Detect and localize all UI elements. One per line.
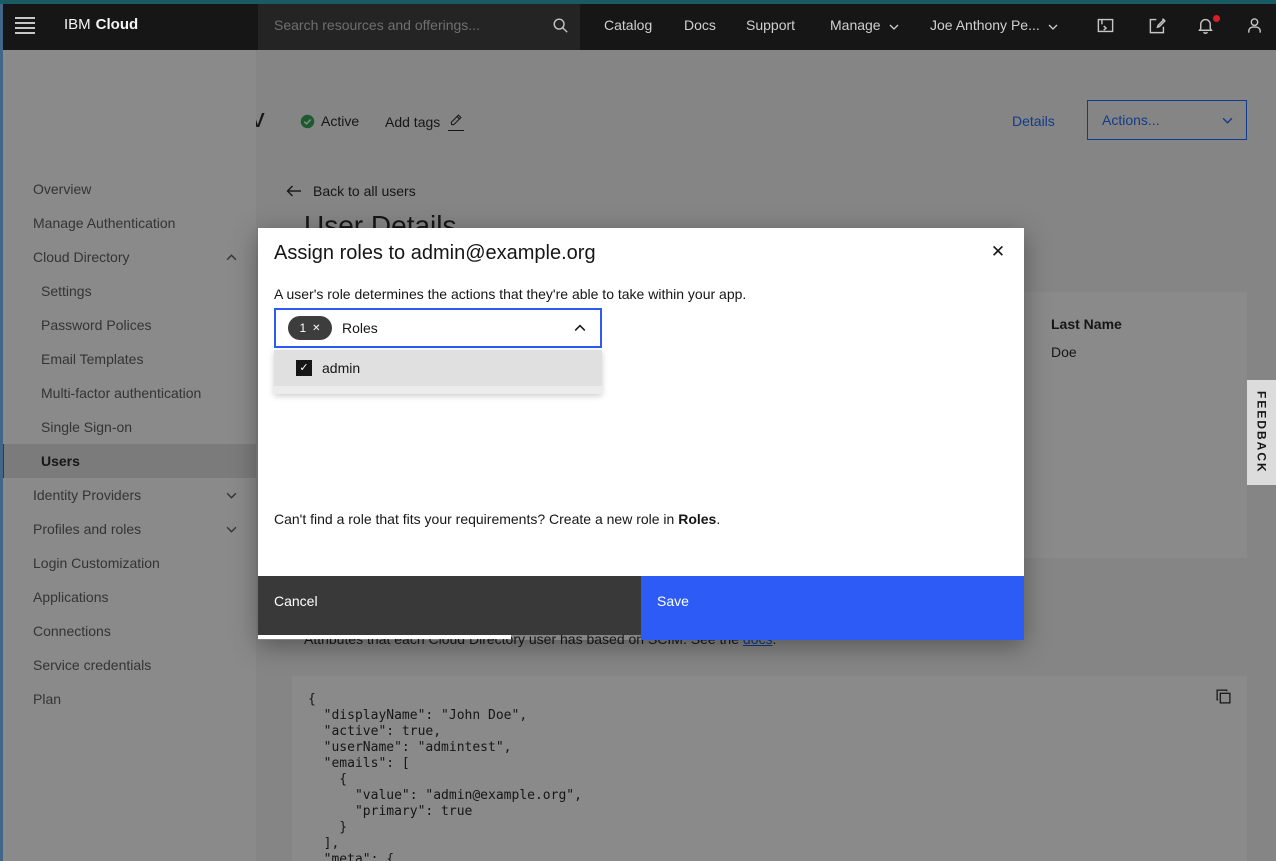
notifications-icon[interactable] bbox=[1192, 0, 1218, 50]
window-left-border bbox=[0, 0, 3, 861]
notification-badge bbox=[1213, 15, 1220, 22]
assign-roles-modal: Assign roles to admin@example.org ✕ A us… bbox=[258, 228, 1024, 640]
roles-multiselect[interactable]: 1 ✕ Roles bbox=[274, 308, 602, 348]
cancel-button[interactable]: Cancel bbox=[258, 576, 641, 635]
roles-dropdown-panel: ✓ admin bbox=[274, 350, 602, 394]
roles-page-link[interactable]: Roles bbox=[678, 511, 716, 527]
ibm-cloud-logo[interactable]: IBM Cloud bbox=[64, 0, 138, 50]
menu-icon[interactable] bbox=[15, 14, 35, 36]
nav-docs[interactable]: Docs bbox=[684, 0, 716, 50]
web-cli-icon[interactable] bbox=[1092, 0, 1118, 50]
header-search bbox=[258, 0, 580, 50]
feedback-tab[interactable]: FEEDBACK bbox=[1247, 380, 1276, 485]
search-icon[interactable] bbox=[540, 0, 580, 50]
modal-footnote: Can't find a role that fits your require… bbox=[274, 511, 720, 527]
chevron-up-icon[interactable] bbox=[574, 324, 586, 332]
app-id-console-page: IBM Cloud Catalog Docs Support Manage Joe… bbox=[0, 0, 1276, 861]
modal-title: Assign roles to admin@example.org bbox=[274, 242, 596, 265]
select-label: Roles bbox=[342, 320, 378, 336]
search-input[interactable] bbox=[258, 17, 540, 33]
tag-close-icon[interactable]: ✕ bbox=[312, 323, 320, 334]
brand-ibm: IBM bbox=[64, 16, 91, 33]
top-header: IBM Cloud Catalog Docs Support Manage Joe… bbox=[0, 0, 1276, 50]
save-button[interactable]: Save bbox=[641, 576, 1024, 640]
chevron-down-icon bbox=[1048, 24, 1058, 30]
modal-description: A user's role determines the actions tha… bbox=[274, 286, 994, 302]
selected-count-tag[interactable]: 1 ✕ bbox=[288, 316, 332, 340]
role-option-admin[interactable]: ✓ admin bbox=[274, 350, 602, 386]
role-option-label: admin bbox=[322, 360, 360, 376]
account-menu[interactable]: Joe Anthony Pe... bbox=[930, 0, 1058, 50]
avatar-icon[interactable] bbox=[1241, 0, 1267, 50]
modal-bottom-strip bbox=[258, 635, 511, 639]
checkbox-checked-icon[interactable]: ✓ bbox=[296, 360, 312, 376]
window-top-border bbox=[0, 0, 1276, 4]
nav-support[interactable]: Support bbox=[746, 0, 795, 50]
nav-manage[interactable]: Manage bbox=[830, 0, 899, 50]
chevron-down-icon bbox=[889, 24, 899, 30]
close-icon[interactable]: ✕ bbox=[982, 236, 1014, 268]
edit-feedback-icon[interactable] bbox=[1144, 0, 1170, 50]
nav-catalog[interactable]: Catalog bbox=[604, 0, 652, 50]
brand-cloud: Cloud bbox=[96, 16, 139, 33]
assign-roles-modal-body: Assign roles to admin@example.org ✕ A us… bbox=[258, 228, 1024, 576]
tag-count: 1 bbox=[299, 321, 306, 335]
